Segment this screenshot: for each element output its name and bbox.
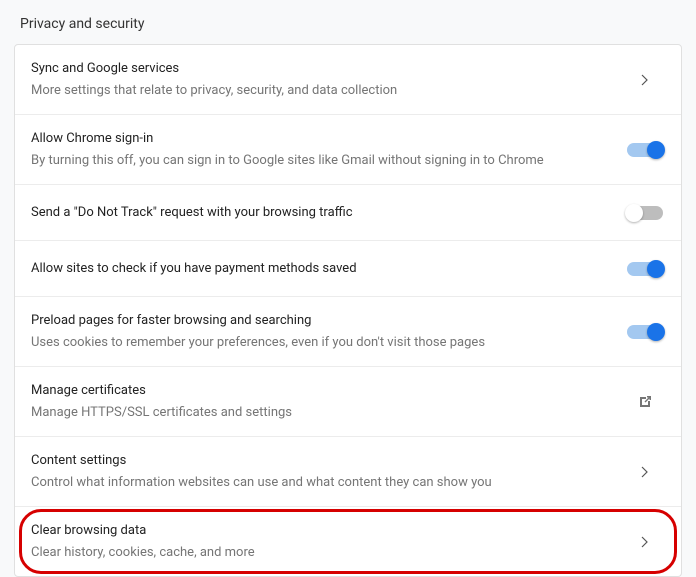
row-title: Sync and Google services	[31, 59, 625, 79]
row-subtitle: Manage HTTPS/SSL certificates and settin…	[31, 403, 625, 423]
row-text: Allow Chrome sign-in By turning this off…	[31, 129, 625, 170]
row-title: Allow sites to check if you have payment…	[31, 259, 625, 279]
toggle-allow-chrome-signin[interactable]	[627, 143, 663, 157]
row-content-settings[interactable]: Content settings Control what informatio…	[15, 437, 681, 507]
row-payment-methods: Allow sites to check if you have payment…	[15, 241, 681, 297]
row-sync-google-services[interactable]: Sync and Google services More settings t…	[15, 45, 681, 115]
row-title: Preload pages for faster browsing and se…	[31, 311, 625, 331]
row-title: Manage certificates	[31, 381, 625, 401]
toggle-preload-pages[interactable]	[627, 325, 663, 339]
row-text: Allow sites to check if you have payment…	[31, 259, 625, 279]
row-subtitle: Uses cookies to remember your preference…	[31, 333, 625, 353]
row-title: Allow Chrome sign-in	[31, 129, 625, 149]
row-text: Sync and Google services More settings t…	[31, 59, 625, 100]
toggle-payment-methods[interactable]	[627, 262, 663, 276]
toggle-do-not-track[interactable]	[627, 206, 663, 220]
row-text: Manage certificates Manage HTTPS/SSL cer…	[31, 381, 625, 422]
row-subtitle: More settings that relate to privacy, se…	[31, 81, 625, 101]
row-text: Preload pages for faster browsing and se…	[31, 311, 625, 352]
row-title: Send a "Do Not Track" request with your …	[31, 203, 625, 223]
chevron-right-icon	[625, 74, 665, 86]
row-manage-certificates[interactable]: Manage certificates Manage HTTPS/SSL cer…	[15, 367, 681, 437]
row-allow-chrome-signin: Allow Chrome sign-in By turning this off…	[15, 115, 681, 185]
row-preload-pages: Preload pages for faster browsing and se…	[15, 297, 681, 367]
row-subtitle: By turning this off, you can sign in to …	[31, 151, 625, 171]
row-title: Content settings	[31, 451, 625, 471]
row-clear-browsing-data[interactable]: Clear browsing data Clear history, cooki…	[19, 507, 677, 576]
row-subtitle: Clear history, cookies, cache, and more	[31, 543, 625, 563]
chevron-right-icon	[625, 466, 665, 478]
row-text: Send a "Do Not Track" request with your …	[31, 203, 625, 223]
chevron-right-icon	[625, 536, 665, 548]
row-do-not-track: Send a "Do Not Track" request with your …	[15, 185, 681, 241]
row-text: Clear browsing data Clear history, cooki…	[31, 521, 625, 562]
row-text: Content settings Control what informatio…	[31, 451, 625, 492]
page-title: Privacy and security	[0, 0, 696, 44]
row-subtitle: Control what information websites can us…	[31, 473, 625, 493]
external-link-icon	[625, 394, 665, 410]
privacy-security-panel: Sync and Google services More settings t…	[14, 44, 682, 577]
